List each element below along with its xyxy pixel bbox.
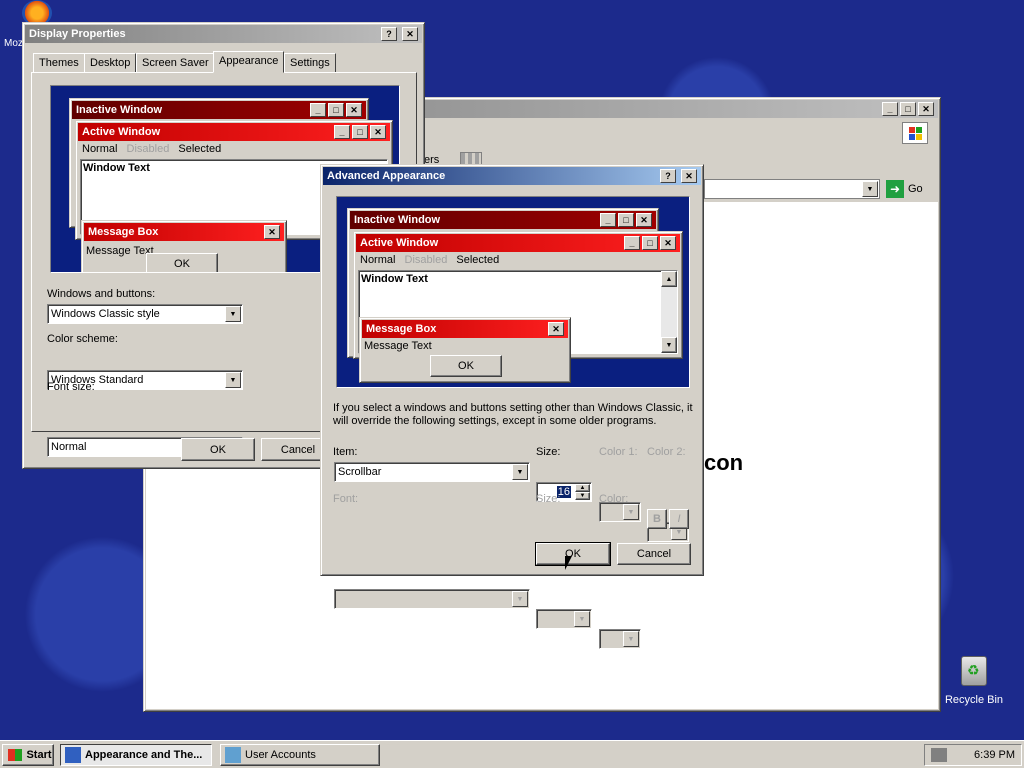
firefox-icon-label: Moz	[4, 38, 23, 49]
color1-picker: ▼	[599, 502, 641, 522]
tab-appearance[interactable]: Appearance	[213, 51, 285, 73]
windows-buttons-select[interactable]: Windows Classic style ▼	[47, 304, 243, 324]
mouse-cursor-icon	[565, 556, 579, 570]
font-label: Font:	[333, 493, 359, 505]
preview-menu-selected: Selected	[178, 143, 222, 155]
font-size-label: Font size:	[47, 381, 95, 393]
font-color-picker: ▼	[599, 629, 641, 649]
start-button[interactable]: Start	[2, 744, 54, 766]
preview-msgbox-title: Message Box	[88, 226, 159, 238]
clock[interactable]: 6:39 PM	[974, 749, 1015, 761]
preview-msgbox-ok: OK	[146, 253, 218, 272]
control-panel-icon	[65, 747, 81, 763]
content-heading-partial: con	[704, 450, 744, 475]
item-select[interactable]: Scrollbar ▼	[334, 462, 530, 482]
windows-flag-icon	[8, 749, 23, 761]
preview-message-box: Message Box ✕ Message Text OK	[81, 220, 287, 272]
advanced-appearance-title: Advanced Appearance	[327, 170, 446, 182]
chevron-down-icon: ▼	[623, 504, 639, 520]
user-accounts-icon	[225, 747, 241, 763]
windows-buttons-label: Windows and buttons:	[47, 288, 156, 300]
color-scheme-label: Color scheme:	[47, 333, 118, 345]
adv-preview-menu-selected: Selected	[456, 254, 500, 266]
preview-active-title: Active Window	[82, 126, 161, 138]
taskbar: Start Appearance and The... User Account…	[0, 740, 1024, 768]
chevron-down-icon[interactable]: ▼	[225, 372, 241, 388]
adv-preview-inactive-title: Inactive Window	[354, 214, 441, 226]
close-button[interactable]: ✕	[681, 169, 697, 183]
font-size-select: ▼	[536, 609, 592, 629]
item-label: Item:	[333, 446, 358, 458]
preview-menu-disabled: Disabled	[126, 143, 170, 155]
maximize-button[interactable]: □	[900, 102, 916, 116]
task-user-accounts[interactable]: User Accounts	[220, 744, 380, 766]
adv-preview-menu-normal: Normal	[360, 254, 396, 266]
size-label: Size:	[536, 446, 561, 458]
preview-scrollbar: ▲ ▼	[661, 271, 677, 353]
recycle-bin-desktop-icon[interactable]: ♻ Recycle Bin	[942, 656, 1006, 712]
adv-preview-active-title: Active Window	[360, 237, 439, 249]
adv-preview-msgbox-ok: OK	[430, 355, 502, 377]
preview-window-text: Window Text	[83, 162, 150, 174]
advanced-info-text: If you select a windows and buttons sett…	[333, 402, 693, 427]
tab-desktop[interactable]: Desktop	[84, 53, 137, 73]
display-properties-title: Display Properties	[29, 28, 126, 40]
advanced-appearance-dialog: Advanced Appearance ? ✕ Inactive Window …	[320, 164, 704, 649]
stepper-arrows[interactable]: ▲ ▼	[575, 484, 590, 500]
chevron-down-icon[interactable]: ▼	[512, 464, 528, 480]
tab-settings[interactable]: Settings	[284, 53, 336, 73]
adv-preview-message-box: Message Box ✕ Message Text OK	[359, 317, 571, 383]
windows-logo-icon	[902, 122, 928, 144]
task-appearance[interactable]: Appearance and The...	[60, 744, 212, 766]
adv-preview-msgbox-text: Message Text	[364, 340, 432, 352]
chevron-down-icon: ▼	[623, 631, 639, 647]
chevron-down-icon: ▼	[512, 591, 528, 607]
cancel-button[interactable]: Cancel	[617, 543, 691, 565]
stepper-up-icon[interactable]: ▲	[575, 484, 590, 492]
tab-screen-saver[interactable]: Screen Saver	[136, 53, 215, 73]
help-button[interactable]: ?	[659, 169, 676, 183]
network-tray-icon[interactable]	[931, 748, 947, 762]
system-tray: 6:39 PM	[924, 744, 1022, 766]
help-button[interactable]: ?	[380, 27, 397, 41]
font-color-label: Color:	[599, 493, 629, 505]
italic-button: I	[669, 509, 689, 529]
advanced-preview[interactable]: Inactive Window _ □ ✕ Active Window _ □ ✕ No…	[336, 196, 690, 388]
preview-menu-normal: Normal	[82, 143, 118, 155]
display-properties-titlebar: Display Properties ? ✕	[25, 25, 422, 43]
go-arrow-icon: ➜	[886, 180, 904, 198]
minimize-button[interactable]: _	[882, 102, 898, 116]
recycle-bin-label: Recycle Bin	[944, 694, 1004, 706]
go-button[interactable]: ➜ Go	[886, 179, 930, 199]
adv-preview-msgbox-title: Message Box	[366, 323, 437, 335]
address-bar[interactable]: ▼	[704, 179, 880, 199]
preview-inactive-title: Inactive Window	[76, 104, 163, 116]
bold-button: B	[647, 509, 667, 529]
font-size-label: Size:	[536, 493, 561, 505]
close-button[interactable]: ✕	[402, 27, 418, 41]
ok-button[interactable]: OK	[181, 438, 255, 461]
color2-label: Color 2:	[647, 446, 686, 458]
font-select: ▼	[334, 589, 530, 609]
chevron-down-icon[interactable]: ▼	[225, 306, 241, 322]
adv-preview-window-text: Window Text	[361, 273, 428, 285]
chevron-down-icon: ▼	[574, 611, 590, 627]
advanced-appearance-titlebar: Advanced Appearance ? ✕	[323, 167, 701, 185]
preview-msgbox-text: Message Text	[86, 245, 154, 257]
stepper-down-icon[interactable]: ▼	[575, 492, 590, 500]
adv-preview-menu-disabled: Disabled	[404, 254, 448, 266]
tab-themes[interactable]: Themes	[33, 53, 85, 73]
close-button[interactable]: ✕	[918, 102, 934, 116]
recycle-bin-icon: ♻	[961, 656, 987, 686]
color1-label: Color 1:	[599, 446, 638, 458]
